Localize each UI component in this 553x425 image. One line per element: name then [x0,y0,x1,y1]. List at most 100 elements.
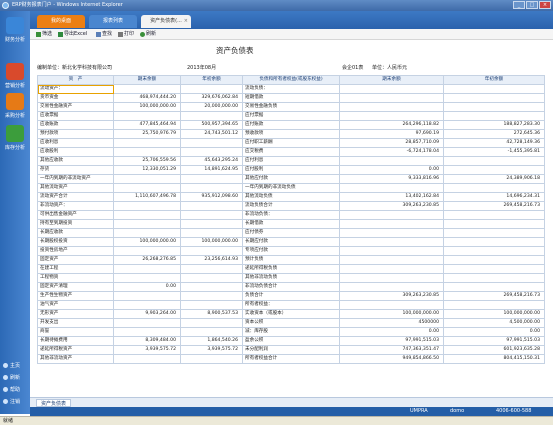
table-cell-item[interactable]: 存货 [37,165,114,175]
table-cell-item[interactable]: 应付职工薪酬 [242,138,340,148]
table-cell-item[interactable]: 长期股权投资 [37,237,114,247]
table-cell-item[interactable]: 无形资产 [37,309,114,319]
table-cell-item[interactable]: 流动资产合计 [37,192,114,202]
refresh-button[interactable]: 刷新 [140,30,156,39]
table-cell-amount[interactable]: 1,110,607,496.78 [113,192,181,202]
table-cell-amount[interactable]: 0.00 [443,327,545,337]
table-cell-amount[interactable] [443,210,545,220]
table-cell-amount[interactable]: 269,458,216.73 [443,291,545,301]
table-cell-item[interactable]: 长期借款 [242,219,340,229]
table-cell-item[interactable]: 专项应付款 [242,246,340,256]
table-cell-amount[interactable] [180,147,243,157]
table-cell-item[interactable]: 投资性房地产 [37,246,114,256]
table-cell-item[interactable]: 流动负债： [242,84,340,94]
table-cell-item[interactable]: 货币资金 [37,93,114,103]
sidebar-item-inventory[interactable]: 库存分析 [0,125,30,151]
table-cell-amount[interactable]: 20,000,000.00 [180,102,243,112]
table-cell-amount[interactable] [339,156,444,166]
sidebar-refresh-link[interactable]: 刷新 [3,375,20,382]
table-cell-item[interactable]: 应收票据 [37,111,114,121]
table-cell-item[interactable]: 其他流动负债 [242,192,340,202]
table-cell-amount[interactable] [113,201,181,211]
table-cell-amount[interactable] [180,327,243,337]
table-cell-item[interactable]: 长期应收款 [37,228,114,238]
table-cell-amount[interactable] [113,174,181,184]
table-cell-amount[interactable]: 97,991,515.03 [443,336,545,346]
table-cell-amount[interactable] [339,228,444,238]
table-cell-amount[interactable] [339,264,444,274]
table-cell-amount[interactable]: 804,415,150.31 [443,354,545,364]
tab-balance-sheet[interactable]: 资产负债表(... × [141,15,191,28]
table-cell-amount[interactable]: 24,743,501.12 [180,129,243,139]
table-cell-amount[interactable]: 25,706,559.56 [113,156,181,166]
table-cell-item[interactable]: 可供出售金融资产 [37,210,114,220]
table-cell-amount[interactable] [180,246,243,256]
table-cell-amount[interactable] [113,300,181,310]
table-cell-amount[interactable]: 3,939,575.72 [180,345,243,355]
table-cell-amount[interactable] [339,237,444,247]
table-cell-amount[interactable] [113,327,181,337]
table-cell-amount[interactable]: 8,309,484.00 [113,336,181,346]
table-cell-item[interactable]: 交易性金融负债 [242,102,340,112]
table-cell-amount[interactable]: 9,903,264.00 [113,309,181,319]
table-cell-amount[interactable]: 14,891,624.95 [180,165,243,175]
table-cell-amount[interactable]: 188,827,283.30 [443,120,545,130]
table-cell-amount[interactable] [339,84,444,94]
table-cell-amount[interactable] [180,291,243,301]
table-cell-item[interactable]: 交易性金融资产 [37,102,114,112]
table-cell-item[interactable]: 工程物资 [37,273,114,283]
table-cell-item[interactable]: 预计负债 [242,255,340,265]
table-cell-item[interactable]: 盈余公积 [242,336,340,346]
table-cell-amount[interactable] [443,237,545,247]
table-cell-amount[interactable] [339,111,444,121]
table-cell-amount[interactable]: 935,912,098.60 [180,192,243,202]
table-cell-amount[interactable] [443,183,545,193]
table-cell-item[interactable]: 应收股利 [37,147,114,157]
bottom-tab-balance-sheet[interactable]: 资产负债表 [36,399,72,407]
table-cell-amount[interactable] [180,84,243,94]
table-cell-amount[interactable] [443,255,545,265]
table-cell-amount[interactable] [180,111,243,121]
minimize-button[interactable]: _ [513,1,525,9]
table-cell-amount[interactable] [443,228,545,238]
table-cell-item[interactable]: 应付账款 [242,120,340,130]
table-cell-amount[interactable] [113,138,181,148]
table-cell-amount[interactable]: 601,923,635.28 [443,345,545,355]
table-cell-amount[interactable]: 100,000,000.00 [339,309,444,319]
table-cell-amount[interactable]: -6,724,178.04 [339,147,444,157]
table-cell-amount[interactable] [180,300,243,310]
table-cell-item[interactable]: 油气资产 [37,300,114,310]
table-cell-amount[interactable]: 24,389,906.18 [443,174,545,184]
table-cell-item[interactable]: 一年内到期的非流动资产 [37,174,114,184]
table-cell-amount[interactable]: 45,643,295.24 [180,156,243,166]
sidebar-help-link[interactable]: 帮助 [3,387,20,394]
table-cell-amount[interactable]: 264,296,118.82 [339,120,444,130]
table-cell-amount[interactable] [113,264,181,274]
close-window-button[interactable]: × [539,1,551,9]
table-cell-amount[interactable]: 1,864,540.26 [180,336,243,346]
filter-button[interactable]: 筛选 [36,30,52,39]
maximize-button[interactable]: □ [526,1,538,9]
table-cell-amount[interactable] [339,219,444,229]
table-cell-item[interactable]: 固定资产清理 [37,282,114,292]
table-cell-item[interactable]: 资本公积 [242,318,340,328]
table-cell-amount[interactable] [113,210,181,220]
table-cell-item[interactable]: 递延所得税资产 [37,345,114,355]
table-cell-amount[interactable]: 329,676,062.84 [180,93,243,103]
table-cell-amount[interactable]: 3,939,575.72 [113,345,181,355]
table-cell-amount[interactable]: 0.00 [339,165,444,175]
table-cell-amount[interactable] [443,282,545,292]
table-cell-amount[interactable]: 97,690.19 [339,129,444,139]
table-cell-amount[interactable] [339,183,444,193]
table-cell-item[interactable]: 长期待摊费用 [37,336,114,346]
table-cell-amount[interactable] [443,273,545,283]
table-cell-amount[interactable] [339,282,444,292]
table-cell-item[interactable]: 减：库存股 [242,327,340,337]
table-cell-item[interactable]: 所有者权益合计 [242,354,340,364]
table-cell-item[interactable]: 应付股利 [242,165,340,175]
table-cell-amount[interactable]: 477,845,464.94 [113,120,181,130]
table-cell-amount[interactable]: 8,900,537.53 [180,309,243,319]
table-cell-amount[interactable] [339,255,444,265]
table-cell-amount[interactable]: 4500000 [339,318,444,328]
table-cell-amount[interactable] [180,354,243,364]
